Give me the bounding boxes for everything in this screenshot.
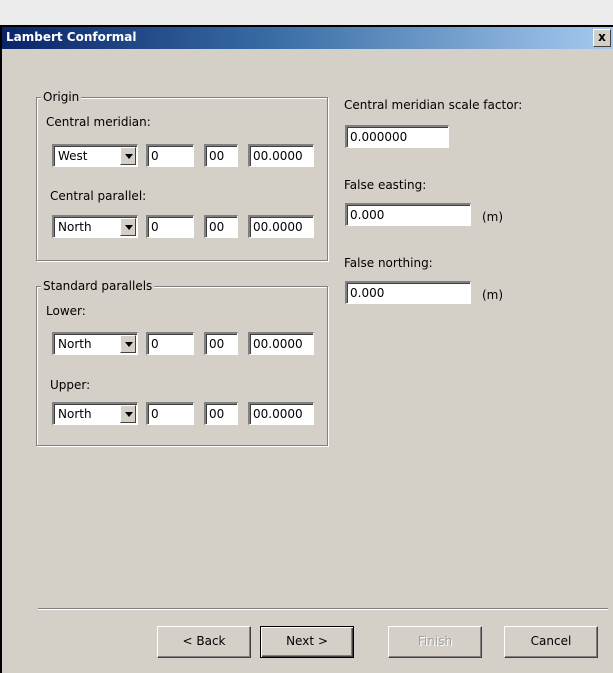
- scale-factor-input[interactable]: 0.000000: [345, 125, 449, 148]
- lower-parallel-label: Lower:: [46, 304, 86, 318]
- chevron-down-icon[interactable]: [120, 218, 136, 236]
- upper-parallel-direction-value: North: [58, 407, 92, 421]
- lower-parallel-direction-value: North: [58, 337, 92, 351]
- false-northing-unit: (m): [482, 288, 504, 302]
- button-separator: [38, 608, 608, 610]
- central-parallel-seconds-input[interactable]: 00.0000: [248, 215, 314, 238]
- central-meridian-direction-select[interactable]: West: [52, 144, 138, 167]
- chevron-down-icon[interactable]: [120, 405, 136, 423]
- lower-parallel-direction-select[interactable]: North: [52, 332, 138, 355]
- upper-parallel-degrees-input[interactable]: 0: [146, 402, 194, 425]
- central-parallel-label: Central parallel:: [50, 189, 147, 203]
- scale-factor-label: Central meridian scale factor:: [344, 98, 523, 112]
- false-northing-input[interactable]: 0.000: [345, 281, 471, 304]
- false-northing-label: False northing:: [344, 256, 433, 270]
- lower-parallel-degrees-input[interactable]: 0: [146, 332, 194, 355]
- upper-parallel-seconds-input[interactable]: 00.0000: [248, 402, 314, 425]
- title-bar[interactable]: Lambert Conformal x: [2, 27, 613, 49]
- dialog-window: Lambert Conformal x Origin Central merid…: [0, 25, 613, 673]
- false-easting-input[interactable]: 0.000: [345, 203, 471, 226]
- lower-parallel-seconds-input[interactable]: 00.0000: [248, 332, 314, 355]
- central-parallel-minutes-input[interactable]: 00: [204, 215, 238, 238]
- back-button[interactable]: < Back: [157, 626, 251, 658]
- close-icon: x: [598, 30, 606, 44]
- central-parallel-degrees-input[interactable]: 0: [146, 215, 194, 238]
- central-meridian-label: Central meridian:: [46, 115, 151, 129]
- chevron-down-icon[interactable]: [120, 147, 136, 165]
- false-easting-label: False easting:: [344, 178, 427, 192]
- next-button[interactable]: Next >: [260, 626, 354, 658]
- central-meridian-minutes-input[interactable]: 00: [204, 144, 238, 167]
- close-button[interactable]: x: [593, 29, 611, 47]
- central-meridian-direction-value: West: [58, 149, 88, 163]
- upper-parallel-label: Upper:: [50, 378, 91, 392]
- false-easting-unit: (m): [482, 210, 504, 224]
- central-parallel-direction-value: North: [58, 220, 92, 234]
- chevron-down-icon[interactable]: [120, 335, 136, 353]
- window-title: Lambert Conformal: [6, 30, 137, 44]
- central-meridian-seconds-input[interactable]: 00.0000: [248, 144, 314, 167]
- origin-group-title: Origin: [41, 90, 82, 104]
- lower-parallel-minutes-input[interactable]: 00: [204, 332, 238, 355]
- standard-parallels-group-title: Standard parallels: [41, 279, 155, 293]
- upper-parallel-direction-select[interactable]: North: [52, 402, 138, 425]
- finish-button[interactable]: Finish: [388, 626, 482, 658]
- cancel-button[interactable]: Cancel: [504, 626, 598, 658]
- central-meridian-degrees-input[interactable]: 0: [146, 144, 194, 167]
- central-parallel-direction-select[interactable]: North: [52, 215, 138, 238]
- upper-parallel-minutes-input[interactable]: 00: [204, 402, 238, 425]
